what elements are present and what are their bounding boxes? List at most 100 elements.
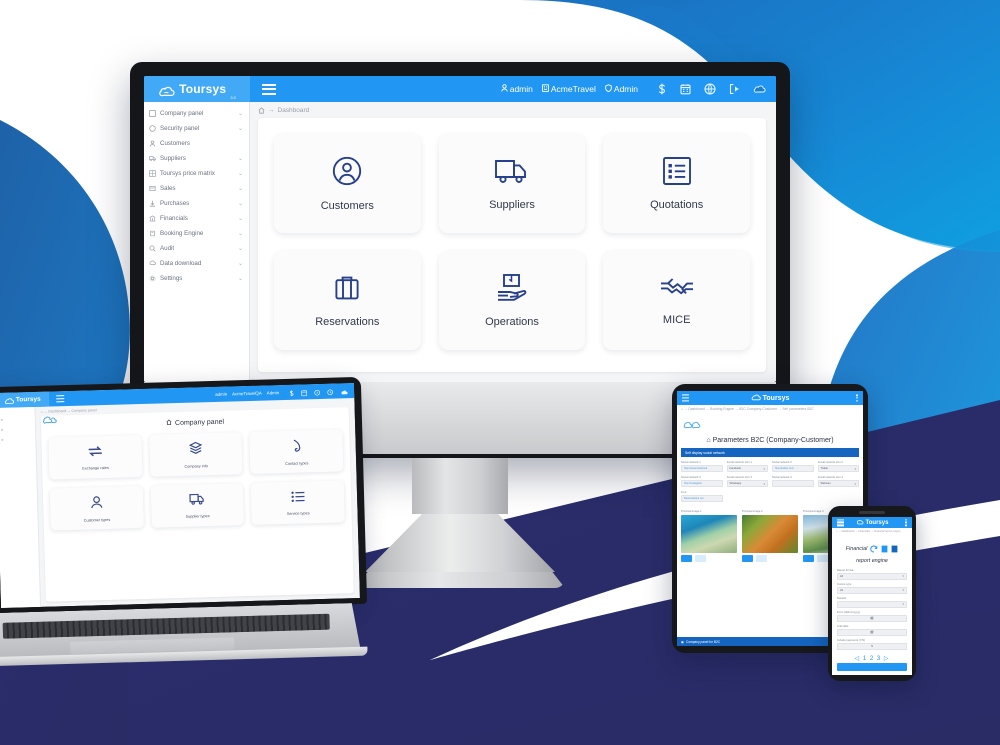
field-until-date[interactable]: Until date 🗓: [837, 625, 907, 636]
field-value[interactable]: N: [837, 642, 907, 650]
sidebar-dot: [1, 438, 4, 441]
upload-icon[interactable]: [803, 554, 814, 562]
field-social-network-3[interactable]: Social network 3 http://instagram: [681, 476, 723, 487]
field-value[interactable]: All ▾: [837, 572, 907, 580]
sidebar-item-toursys-price-matrix[interactable]: Toursys price matrix ⌄: [144, 166, 249, 181]
field-value[interactable]: 🗓: [837, 614, 907, 622]
phone-brand[interactable]: Toursys: [856, 519, 888, 527]
sidebar-item-purchases[interactable]: Purchases ⌄: [144, 196, 249, 211]
laptop-tile-service-types[interactable]: Service types: [251, 480, 345, 525]
laptop-tile-company-info[interactable]: Company info: [148, 432, 243, 477]
excel-icon[interactable]: [881, 540, 888, 558]
laptop-tile-customer-types[interactable]: Customer types: [49, 485, 144, 531]
field-value[interactable]: Webcam ▾: [817, 480, 859, 487]
laptop-tile-exchange-rates[interactable]: Exchange rates: [48, 435, 143, 480]
laptop-tile-supplier-types[interactable]: Supplier types: [150, 483, 245, 528]
field-from-date[interactable]: From (dd/mm/yyyy) 🗓: [837, 611, 907, 622]
phone-pagination[interactable]: ◁ 1 2 3 ▷: [832, 653, 912, 663]
sidebar-item-security-panel[interactable]: Security panel ⌄: [144, 121, 249, 136]
field-social-network-icon-2[interactable]: Social network icon 2 Twitter ▾: [817, 461, 859, 472]
field-value[interactable]: Whatsapp ▾: [726, 480, 768, 487]
field-value[interactable]: ▾: [837, 600, 907, 608]
laptop-keyboard[interactable]: [2, 614, 330, 639]
laptop-topbar-user[interactable]: admin: [215, 392, 227, 397]
more-menu-icon[interactable]: [905, 518, 907, 527]
field-value[interactable]: Twitter ▾: [817, 465, 859, 472]
tablet-topbar: Toursys: [677, 391, 863, 405]
home-icon[interactable]: [258, 107, 265, 114]
field-include-payments[interactable]: Include payments (Y/N) N: [837, 639, 907, 650]
sidebar-item-financials[interactable]: Financials ⌄: [144, 211, 249, 226]
sidebar-item-suppliers[interactable]: Suppliers ⌄: [144, 151, 249, 166]
field-value[interactable]: Facebook ▾: [726, 465, 768, 472]
field-value[interactable]: Reservations net: [681, 495, 723, 502]
sidebar-item-audit[interactable]: Audit ⌄: [144, 241, 249, 256]
field-social-network-icon-3[interactable]: Social network icon 3 Whatsapp ▾: [726, 476, 768, 487]
field-invoice-type[interactable]: Invoice type All ▾: [837, 583, 907, 594]
tile-mice[interactable]: MICE: [603, 251, 750, 350]
hamburger-icon[interactable]: [56, 395, 64, 403]
grid-icon: [149, 170, 156, 177]
home-icon: ⌂: [706, 437, 711, 444]
more-menu-icon[interactable]: [856, 394, 858, 402]
topbar-role[interactable]: Admin: [605, 84, 638, 94]
calendar-icon[interactable]: [301, 383, 308, 401]
globe-icon[interactable]: [704, 83, 716, 95]
field-results[interactable]: Results ▾: [837, 597, 907, 608]
hamburger-icon[interactable]: [262, 83, 276, 95]
cloud-icon-topbar[interactable]: [753, 84, 766, 94]
tile-customers[interactable]: Customers: [274, 134, 421, 233]
tile-quotations[interactable]: Quotations: [603, 134, 750, 233]
trash-icon[interactable]: [817, 554, 828, 562]
topbar-company[interactable]: AcmeTravel: [542, 84, 596, 94]
field-social-network-2[interactable]: Social network 2 http://twitter.com: [772, 461, 814, 472]
sidebar-item-customers[interactable]: Customers: [144, 136, 249, 151]
laptop-tile-label: Exchange rates: [82, 465, 109, 471]
field-value[interactable]: All ▾: [837, 586, 907, 594]
image-preview-tiger[interactable]: [742, 514, 798, 553]
upload-icon[interactable]: [681, 554, 692, 562]
phone-submit-button[interactable]: [837, 662, 907, 671]
logout-icon[interactable]: [729, 83, 740, 95]
field-value[interactable]: [772, 480, 814, 487]
sidebar-item-company-panel[interactable]: Company panel ⌄: [144, 106, 249, 121]
topbar-user[interactable]: admin: [500, 84, 533, 94]
laptop-topbar-role[interactable]: Admin: [267, 390, 280, 395]
laptop-topbar-company[interactable]: AcmeTravelQA: [232, 391, 262, 397]
sidebar-item-settings[interactable]: Settings ⌄: [144, 271, 249, 286]
field-social-network-1[interactable]: Social network 1 http://www.facebook: [681, 461, 723, 472]
hamburger-icon[interactable]: [837, 518, 844, 527]
brand-logo[interactable]: Toursys 3.0: [144, 76, 250, 102]
field-value[interactable]: 🗓: [837, 628, 907, 636]
field-social-network-icon-4[interactable]: Social network icon 4 Webcam ▾: [817, 476, 859, 487]
dollar-icon[interactable]: [289, 383, 295, 401]
calendar-icon[interactable]: [680, 83, 691, 95]
tablet-brand[interactable]: Toursys: [751, 394, 789, 403]
field-report-format[interactable]: Report format All ▾: [837, 569, 907, 580]
field-value[interactable]: http://instagram: [681, 480, 723, 487]
sidebar-item-sales[interactable]: Sales ⌄: [144, 181, 249, 196]
laptop-tile-contact-types[interactable]: Contact types: [249, 429, 344, 474]
field-font[interactable]: Font Reservations net: [681, 491, 723, 502]
tile-operations[interactable]: Operations: [438, 251, 586, 350]
trash-icon[interactable]: [756, 554, 767, 562]
tile-suppliers[interactable]: Suppliers: [438, 134, 586, 233]
sidebar-dot: [0, 418, 3, 421]
dollar-icon[interactable]: [657, 83, 667, 95]
upload-icon[interactable]: [742, 554, 753, 562]
refresh-icon[interactable]: [870, 540, 878, 558]
image-actions: [742, 554, 798, 562]
field-value[interactable]: http://twitter.com: [772, 465, 814, 472]
image-preview-beach[interactable]: [681, 514, 737, 553]
hamburger-icon[interactable]: [682, 394, 689, 402]
field-social-network-4[interactable]: Social network 4: [772, 476, 814, 487]
laptop-sidebar[interactable]: [0, 406, 42, 608]
sidebar-item-booking-engine[interactable]: Booking Engine ⌄: [144, 226, 249, 241]
field-social-network-icon-1[interactable]: Social network icon 1 Facebook ▾: [726, 461, 768, 472]
sidebar-item-data-download[interactable]: Data download ⌄: [144, 256, 249, 271]
tile-reservations[interactable]: Reservations: [274, 251, 421, 350]
pdf-icon[interactable]: [891, 540, 898, 558]
laptop-brand-logo[interactable]: Toursys: [0, 391, 50, 409]
field-value[interactable]: http://www.facebook: [681, 465, 723, 472]
trash-icon[interactable]: [695, 554, 706, 562]
